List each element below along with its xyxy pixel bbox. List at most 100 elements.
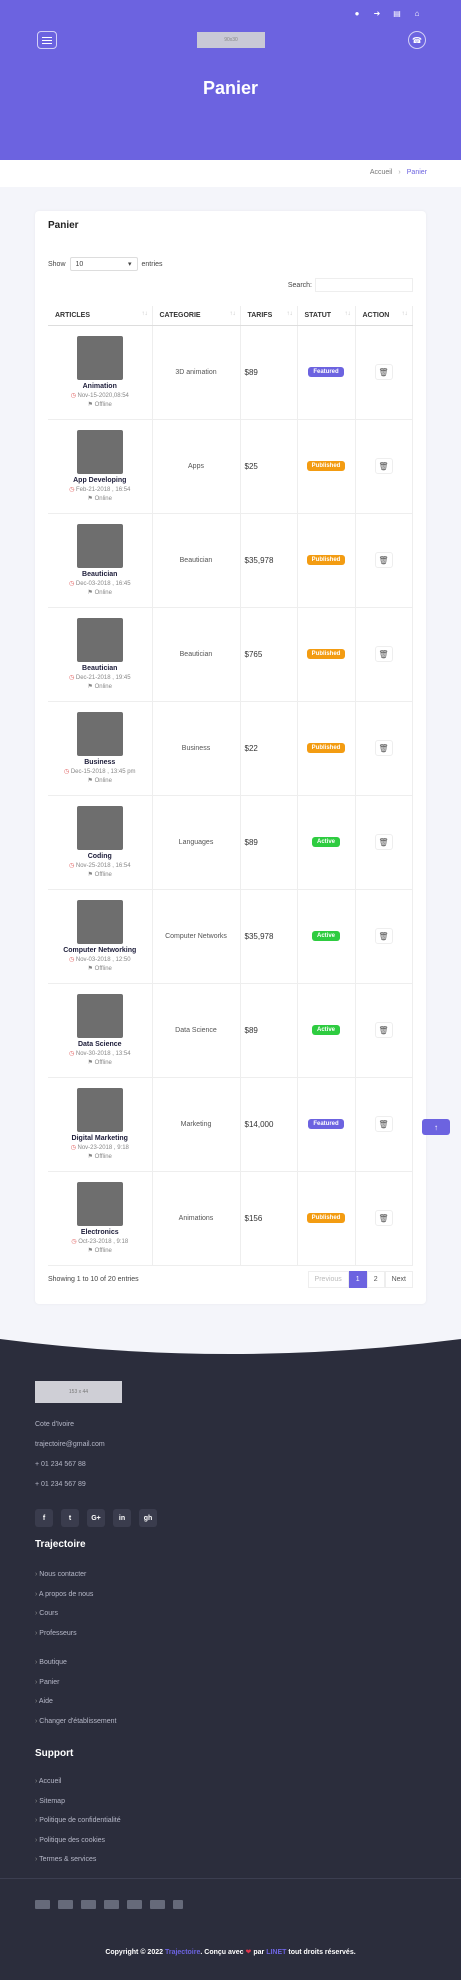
col-action[interactable]: ACTION ↑↓ — [355, 306, 413, 326]
footer-link[interactable]: Panier — [35, 1679, 117, 1699]
footer-link[interactable]: Professeurs — [35, 1630, 93, 1650]
footer-link[interactable]: Accueil — [35, 1778, 121, 1798]
footer-link[interactable]: A propos de nous — [35, 1591, 94, 1611]
article-thumbnail[interactable] — [76, 994, 123, 1038]
home-icon[interactable]: ⌂ — [407, 6, 427, 20]
linkedin-icon[interactable]: in — [113, 1509, 131, 1527]
next-button[interactable]: Next — [384, 1271, 413, 1288]
top-icon-bar: ● ➜ ▤ ⌂ — [347, 6, 427, 20]
status-cell: Active — [297, 889, 356, 984]
footer-link[interactable]: Termes & services — [35, 1856, 121, 1876]
page-1-button[interactable]: 1 — [348, 1271, 367, 1288]
google-plus-icon[interactable]: G+ — [87, 1509, 105, 1527]
facebook-icon[interactable]: f — [35, 1509, 53, 1527]
footer-logo[interactable]: 153 x 44 — [35, 1381, 122, 1403]
footer-link[interactable]: Sitemap — [35, 1798, 121, 1818]
table-row: Computer Networking ◷ Nov-03-2018 , 12:50… — [48, 889, 413, 984]
trash-icon[interactable]: 🗑 — [374, 364, 393, 380]
article-name[interactable]: App Developing — [48, 477, 152, 484]
clock-icon: ◷ — [70, 393, 76, 399]
footer-link[interactable]: Nous contacter — [35, 1571, 93, 1591]
article-status: ⚑ Online — [87, 496, 112, 502]
page-2-button[interactable]: 2 — [366, 1271, 385, 1288]
footer-link[interactable]: Cours — [35, 1610, 93, 1630]
article-thumbnail[interactable] — [76, 1088, 123, 1132]
cart-card: Panier Show 10 ▾ entries Search: ARTICLES… — [35, 211, 426, 1304]
col-statut[interactable]: STATUT ↑↓ — [297, 306, 356, 326]
tag-icon: ⚑ — [87, 1154, 93, 1160]
trash-icon[interactable]: 🗑 — [374, 1116, 393, 1132]
action-cell: 🗑 — [355, 607, 413, 702]
amex-icon — [35, 1900, 50, 1909]
breadcrumb-home[interactable]: Accueil — [370, 169, 393, 176]
article-name[interactable]: Digital Marketing — [48, 1135, 152, 1142]
table-row: Beautician ◷ Dec-03-2018 , 16:45 ⚑ Online B… — [48, 513, 413, 608]
article-status: ⚑ Offline — [87, 1248, 112, 1254]
category-cell: Apps — [152, 419, 241, 514]
copyright-brand-link[interactable]: Trajectoire — [165, 1949, 200, 1956]
footer-link[interactable]: Aide — [35, 1698, 117, 1718]
footer-phone-2[interactable]: + 01 234 567 89 — [35, 1481, 105, 1501]
article-name[interactable]: Computer Networking — [48, 947, 152, 954]
trash-icon[interactable]: 🗑 — [374, 552, 393, 568]
article-name[interactable]: Data Science — [48, 1041, 152, 1048]
article-cell: Coding ◷ Nov-25-2018 , 16:54 ⚑ Offline — [48, 795, 153, 890]
article-name[interactable]: Electronics — [48, 1229, 152, 1236]
footer-email[interactable]: trajectoire@gmail.com — [35, 1441, 105, 1461]
footer-link[interactable]: Politique de confidentialité — [35, 1817, 120, 1837]
article-name[interactable]: Business — [48, 759, 152, 766]
article-status: ⚑ Offline — [87, 1060, 112, 1066]
action-cell: 🗑 — [355, 513, 413, 608]
col-categorie[interactable]: CATEGORIE ↑↓ — [152, 306, 241, 326]
user-icon[interactable]: ● — [347, 6, 367, 20]
article-name[interactable]: Animation — [48, 383, 152, 390]
table-info: Showing 1 to 10 of 20 entries — [48, 1276, 139, 1283]
entries-select[interactable]: 10 ▾ — [69, 257, 138, 271]
trash-icon[interactable]: 🗑 — [374, 834, 393, 850]
search-input[interactable] — [315, 278, 413, 292]
menu-button[interactable] — [37, 31, 57, 49]
site-logo[interactable]: 90x30 — [197, 32, 265, 48]
article-thumbnail[interactable] — [76, 524, 123, 568]
article-name[interactable]: Beautician — [48, 571, 152, 578]
github-icon[interactable]: gh — [139, 1509, 157, 1527]
article-thumbnail[interactable] — [76, 618, 123, 662]
article-name[interactable]: Coding — [48, 853, 152, 860]
article-thumbnail[interactable] — [76, 1182, 123, 1226]
footer: 153 x 44 Cote d'Ivoire trajectoire@gmail… — [0, 1329, 461, 1980]
trash-icon[interactable]: 🗑 — [374, 1022, 393, 1038]
status-badge: Featured — [308, 1119, 344, 1129]
trash-icon[interactable]: 🗑 — [374, 1210, 393, 1226]
status-cell: Active — [297, 983, 356, 1078]
footer-link[interactable]: Politique des cookies — [35, 1837, 121, 1857]
trash-icon[interactable]: 🗑 — [374, 740, 393, 756]
trash-icon[interactable]: 🗑 — [374, 646, 393, 662]
col-articles[interactable]: ARTICLES ↑↓ — [48, 306, 153, 326]
footer-link[interactable]: Boutique — [35, 1659, 117, 1679]
visa-icon — [58, 1900, 73, 1909]
status-badge: Active — [311, 1025, 340, 1035]
article-thumbnail[interactable] — [76, 712, 123, 756]
action-cell: 🗑 — [355, 1077, 413, 1172]
article-cell: Computer Networking ◷ Nov-03-2018 , 12:50… — [48, 889, 153, 984]
cart-icon[interactable]: ▤ — [387, 6, 407, 20]
trash-icon[interactable]: 🗑 — [374, 928, 393, 944]
social-links: f t G+ in gh — [35, 1509, 157, 1527]
twitter-icon[interactable]: t — [61, 1509, 79, 1527]
article-thumbnail[interactable] — [76, 806, 123, 850]
status-badge: Active — [311, 931, 340, 941]
phone-icon[interactable]: ☎ — [408, 31, 426, 49]
sign-in-icon[interactable]: ➜ — [367, 6, 387, 20]
scroll-to-top-button[interactable]: ↑ — [422, 1119, 450, 1135]
footer-link[interactable]: Changer d'établissement — [35, 1718, 116, 1738]
previous-button[interactable]: Previous — [307, 1271, 349, 1288]
col-tarifs[interactable]: TARIFS ↑↓ — [240, 306, 298, 326]
article-name[interactable]: Beautician — [48, 665, 152, 672]
copyright-author-link[interactable]: LINET — [266, 1949, 286, 1956]
table-row: Data Science ◷ Nov-30-2018 , 13:54 ⚑ Offli… — [48, 983, 413, 1078]
trash-icon[interactable]: 🗑 — [374, 458, 393, 474]
article-thumbnail[interactable] — [76, 430, 123, 474]
article-thumbnail[interactable] — [76, 336, 123, 380]
article-thumbnail[interactable] — [76, 900, 123, 944]
footer-phone-1[interactable]: + 01 234 567 88 — [35, 1461, 105, 1481]
